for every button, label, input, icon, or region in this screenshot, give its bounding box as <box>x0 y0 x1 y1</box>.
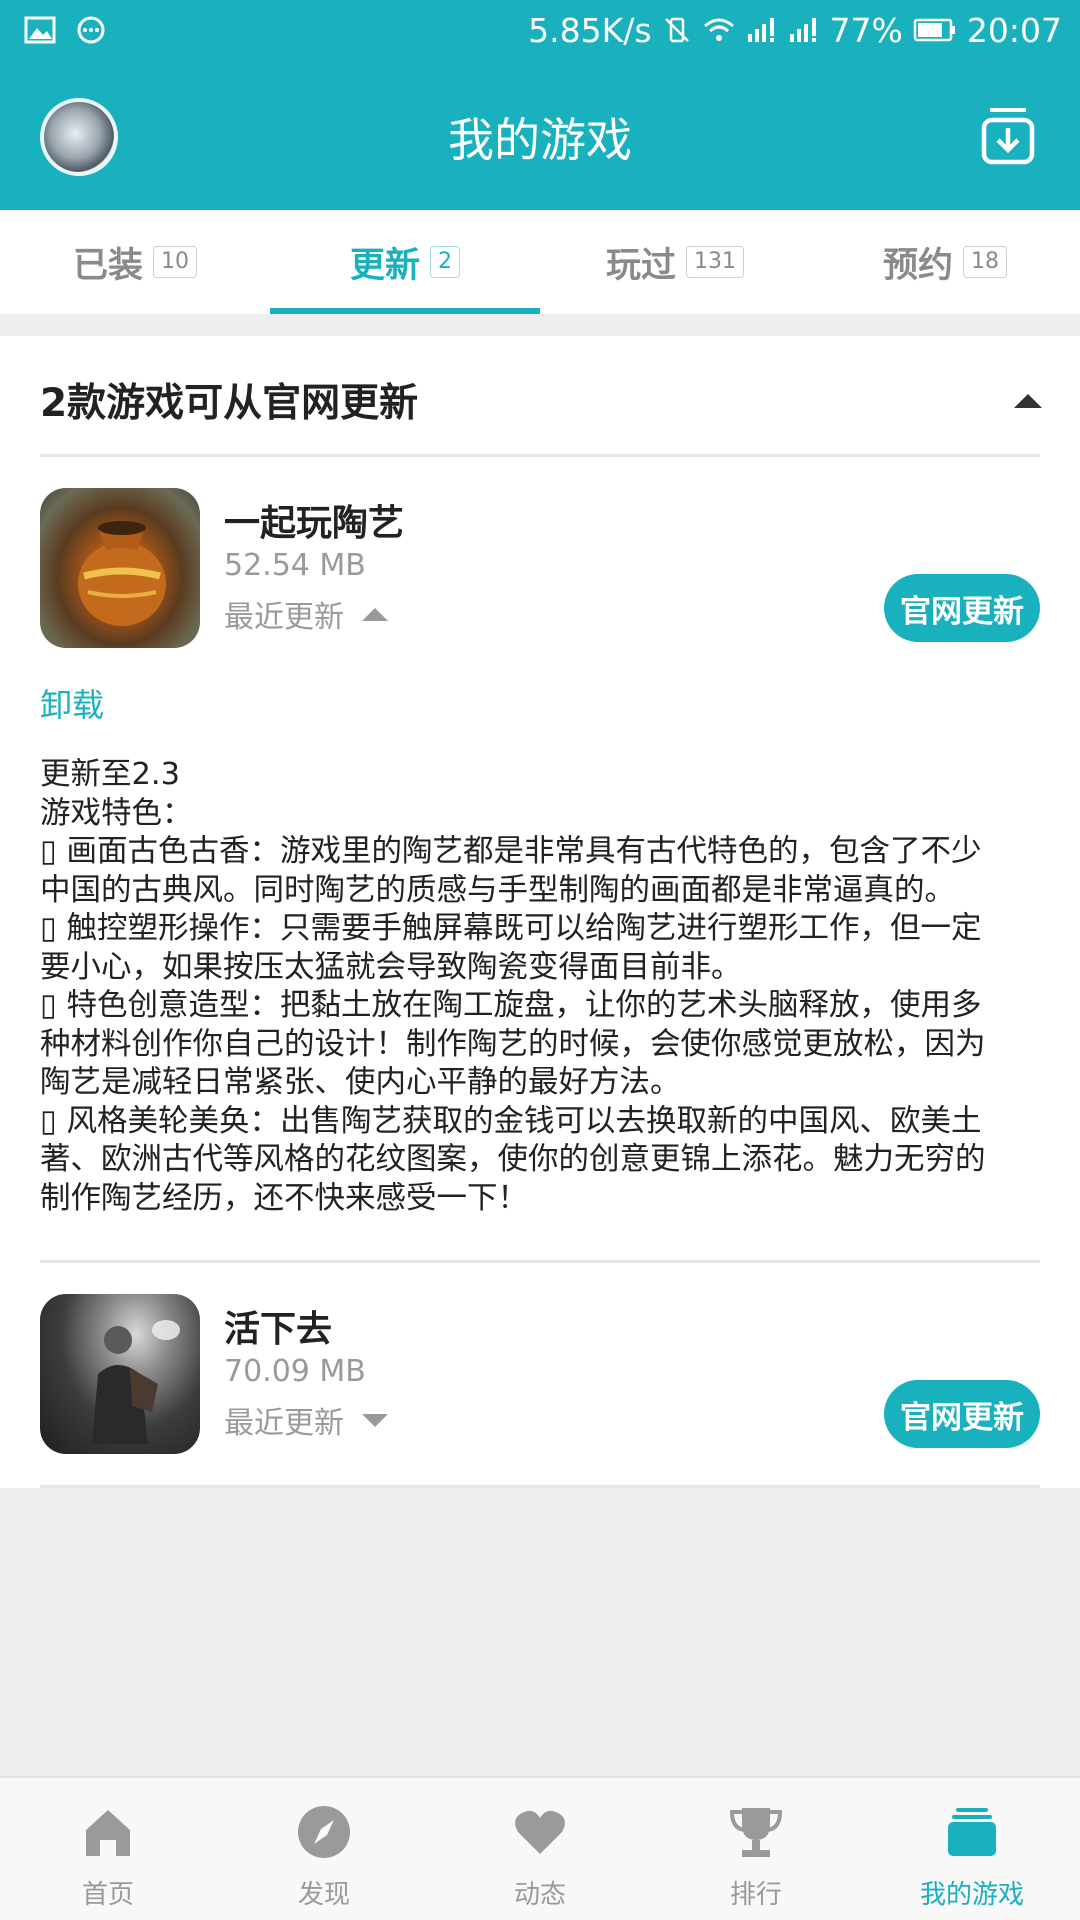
uninstall-link[interactable]: 卸载 <box>40 680 104 726</box>
collapse-arrow-icon[interactable] <box>1014 392 1042 408</box>
vase-icon <box>78 521 166 626</box>
signal-icon-2 <box>789 18 816 42</box>
nav-discover[interactable]: 发现 <box>216 1778 432 1920</box>
section-title: 2款游戏可从官网更新 <box>40 381 419 426</box>
wifi-icon <box>703 18 734 41</box>
active-tab-indicator <box>270 308 540 314</box>
description-line: 中国的古典风。同时陶艺的质感与手型制陶的画面都是非常逼真的。 <box>40 872 955 908</box>
recent-update-toggle[interactable]: 最近更新 <box>224 1398 388 1442</box>
nav-label: 动态 <box>513 1880 566 1910</box>
official-update-button[interactable]: 官网更新 <box>884 574 1040 642</box>
tab-label: 更新 <box>349 245 420 286</box>
signal-icon <box>747 18 774 42</box>
heart-icon <box>515 1810 565 1854</box>
clock: 20:07 <box>966 10 1062 50</box>
nav-activity[interactable]: 动态 <box>432 1778 648 1920</box>
game-name: 一起玩陶艺 <box>224 503 405 544</box>
game-icon-survive[interactable] <box>40 1294 200 1454</box>
description-line: 要小心，如果按压太猛就会导致陶瓷变得面目前非。 <box>40 949 742 985</box>
more-icon <box>77 16 105 44</box>
description-line: ▯ 触控塑形操作：只需要手触屏幕既可以给陶艺进行塑形工作，但一定 <box>40 911 982 946</box>
description-line: 制作陶艺经历，还不快来感受一下！ <box>40 1180 528 1216</box>
description-line: ▯ 特色创意造型：把黏土放在陶工旋盘，让你的艺术头脑释放，使用多 <box>40 988 982 1023</box>
recent-update-label: 最近更新 <box>224 600 344 635</box>
battery-icon <box>913 18 955 42</box>
nav-ranking[interactable]: 排行 <box>648 1778 864 1920</box>
page-title: 我的游戏 <box>448 113 632 167</box>
bottom-navigation: 首页 发现 动态 排行 我的游戏 <box>0 1776 1080 1920</box>
trophy-icon <box>729 1808 783 1857</box>
update-description: 更新至2.3 游戏特色： ▯ 画面古色古香：游戏里的陶艺都是非常具有古代特色的，… <box>40 756 1050 1218</box>
description-line: 更新至2.3 <box>40 757 181 792</box>
description-line: 陶艺是减轻日常紧张、使内心平静的最好方法。 <box>40 1065 681 1100</box>
nav-home[interactable]: 首页 <box>0 1778 216 1920</box>
nav-label: 排行 <box>729 1880 782 1910</box>
nav-label: 我的游戏 <box>919 1880 1024 1910</box>
compass-icon <box>298 1806 350 1858</box>
tab-label: 玩过 <box>605 245 676 286</box>
description-line: 著、欧洲古代等风格的花纹图案，使你的创意更锦上添花。魅力无穷的 <box>40 1142 986 1177</box>
divider <box>40 1485 1040 1488</box>
image-icon <box>24 16 56 44</box>
divider <box>40 1260 1040 1263</box>
battery-percent: 77% <box>829 10 903 50</box>
caret-down-icon <box>362 1414 388 1427</box>
description-line: ▯ 画面古色古香：游戏里的陶艺都是非常具有古代特色的，包含了不少 <box>40 834 982 869</box>
official-update-button[interactable]: 官网更新 <box>884 1380 1040 1448</box>
game-icon-pottery[interactable] <box>40 488 200 648</box>
tab-bar: 已装 10 更新 2 玩过 131 预约 18 <box>0 210 1080 314</box>
download-manager-icon[interactable] <box>980 104 1036 166</box>
home-icon <box>86 1810 130 1856</box>
game-size: 52.54 MB <box>224 548 366 583</box>
game-size: 70.09 MB <box>224 1354 366 1389</box>
description-line: ▯ 风格美轮美奂：出售陶艺获取的金钱可以去换取新的中国风、欧美土 <box>40 1103 982 1139</box>
network-speed: 5.85K/s <box>528 10 652 50</box>
nav-label: 发现 <box>297 1880 350 1910</box>
tab-label: 已装 <box>72 245 143 286</box>
divider <box>40 454 1040 457</box>
caret-up-icon <box>362 608 388 621</box>
tab-reserved[interactable]: 预约 18 <box>810 210 1080 314</box>
tab-count-badge: 18 <box>963 246 1007 278</box>
nav-label: 首页 <box>81 1880 134 1910</box>
app-header: 我的游戏 <box>0 60 1080 210</box>
tab-count-badge: 131 <box>686 246 744 278</box>
tab-count-badge: 10 <box>153 246 197 278</box>
description-line: 游戏特色： <box>40 795 193 831</box>
survivor-icon <box>92 1320 180 1444</box>
tab-count-badge: 2 <box>430 246 460 278</box>
recent-update-toggle[interactable]: 最近更新 <box>224 592 388 636</box>
game-name: 活下去 <box>224 1309 333 1350</box>
tab-label: 预约 <box>882 245 953 286</box>
recent-update-label: 最近更新 <box>224 1406 344 1441</box>
tab-played[interactable]: 玩过 131 <box>540 210 810 314</box>
vibrate-icon <box>664 17 689 43</box>
stack-icon <box>948 1808 996 1856</box>
status-bar: 5.85K/s 77% 20:07 <box>0 0 1080 60</box>
description-line: 种材料创作你自己的设计！制作陶艺的时候，会使你感觉更放松，因为 <box>40 1026 986 1062</box>
nav-my-games[interactable]: 我的游戏 <box>864 1778 1080 1920</box>
tab-updates[interactable]: 更新 2 <box>270 210 540 314</box>
update-list: 2款游戏可从官网更新 一起玩陶艺 52.54 MB 最近更新 官网更新 卸载 更… <box>0 336 1080 1488</box>
tab-installed[interactable]: 已装 10 <box>0 210 270 314</box>
